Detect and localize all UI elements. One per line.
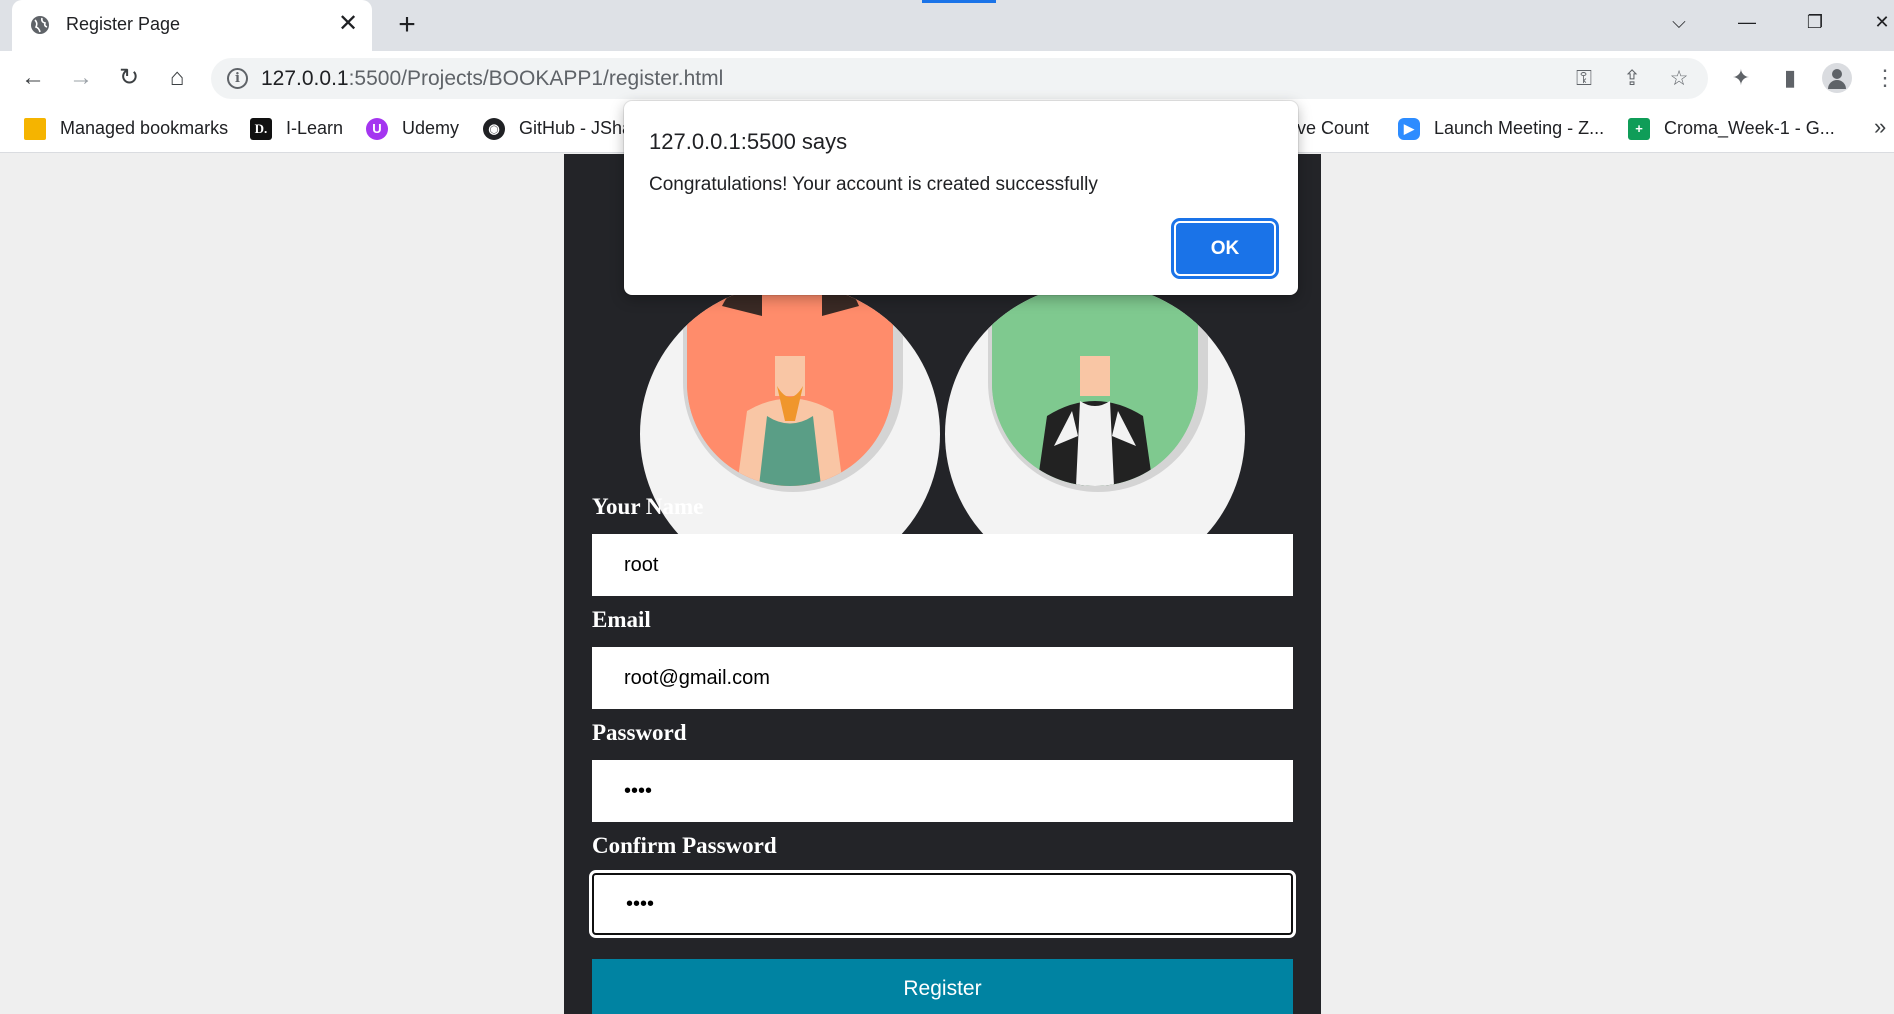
name-input[interactable]: root xyxy=(592,534,1293,596)
new-tab-icon[interactable]: + xyxy=(392,10,422,40)
forward-arrow-icon[interactable]: → xyxy=(66,63,96,93)
profile-avatar-icon[interactable] xyxy=(1822,63,1852,93)
tab-activity-indicator xyxy=(922,0,996,3)
zoom-icon: ▶ xyxy=(1398,117,1420,140)
dialog-message: Congratulations! Your account is created… xyxy=(649,174,1098,195)
menu-dots-icon[interactable]: ⋮ xyxy=(1870,63,1894,93)
sheets-icon: + xyxy=(1628,117,1650,140)
browser-toolbar: ← → ↻ ⌂ i 127.0.0.1:5500/Projects/BOOKAP… xyxy=(0,51,1894,104)
extensions-icon[interactable]: ✦ xyxy=(1726,63,1756,93)
key-icon[interactable]: ⚿ xyxy=(1571,66,1597,92)
bookmark-star-icon[interactable]: ☆ xyxy=(1666,66,1692,92)
register-button[interactable]: Register xyxy=(592,959,1293,1014)
alert-dialog: 127.0.0.1:5500 says Congratulations! You… xyxy=(624,101,1298,295)
password-label: Password xyxy=(592,720,687,745)
bookmark-github[interactable]: ◉ GitHub - JSha xyxy=(483,104,632,153)
email-label: Email xyxy=(592,607,651,632)
share-icon[interactable]: ⇪ xyxy=(1619,66,1645,92)
restore-icon[interactable]: ❐ xyxy=(1799,8,1831,36)
dialog-title: 127.0.0.1:5500 says xyxy=(649,129,848,154)
confirm-password-input[interactable]: •••• xyxy=(589,870,1296,938)
bookmark-zoom[interactable]: ▶ Launch Meeting - Z... xyxy=(1398,104,1604,153)
email-input[interactable]: root@gmail.com xyxy=(592,647,1293,709)
bookmark-croma[interactable]: + Croma_Week-1 - G... xyxy=(1628,104,1835,153)
side-panel-icon[interactable]: ▮ xyxy=(1775,63,1805,93)
close-window-icon[interactable]: ✕ xyxy=(1866,8,1894,36)
github-icon: ◉ xyxy=(483,117,505,140)
tab-search-icon[interactable]: ⌵ xyxy=(1663,8,1695,36)
ok-button[interactable]: OK xyxy=(1171,218,1279,279)
close-tab-icon[interactable]: ✕ xyxy=(336,12,360,36)
tab-strip: Register Page ✕ + ⌵ — ❐ ✕ xyxy=(0,0,1894,51)
site-info-icon[interactable]: i xyxy=(227,68,248,89)
address-bar[interactable]: i 127.0.0.1:5500/Projects/BOOKAPP1/regis… xyxy=(211,58,1708,99)
bookmark-ilearn[interactable]: D. I-Learn xyxy=(250,104,343,153)
tab-title: Register Page xyxy=(66,14,181,34)
confirm-password-label: Confirm Password xyxy=(592,833,777,858)
home-icon[interactable]: ⌂ xyxy=(162,63,192,93)
globe-icon xyxy=(31,16,49,34)
name-label: Your Name xyxy=(592,494,704,519)
udemy-icon: U xyxy=(366,117,388,140)
d-logo-icon: D. xyxy=(250,117,272,140)
minimize-icon[interactable]: — xyxy=(1731,8,1763,36)
url-text[interactable]: 127.0.0.1:5500/Projects/BOOKAPP1/registe… xyxy=(261,67,723,91)
back-arrow-icon[interactable]: ← xyxy=(18,63,48,93)
folder-icon xyxy=(24,117,46,140)
bookmark-udemy[interactable]: U Udemy xyxy=(366,104,459,153)
reload-icon[interactable]: ↻ xyxy=(114,63,144,93)
more-bookmarks-icon[interactable]: » xyxy=(1874,114,1886,140)
password-input[interactable]: •••• xyxy=(592,760,1293,822)
bookmark-managed[interactable]: Managed bookmarks xyxy=(24,104,228,153)
tab-register-page[interactable]: Register Page ✕ xyxy=(12,0,372,51)
